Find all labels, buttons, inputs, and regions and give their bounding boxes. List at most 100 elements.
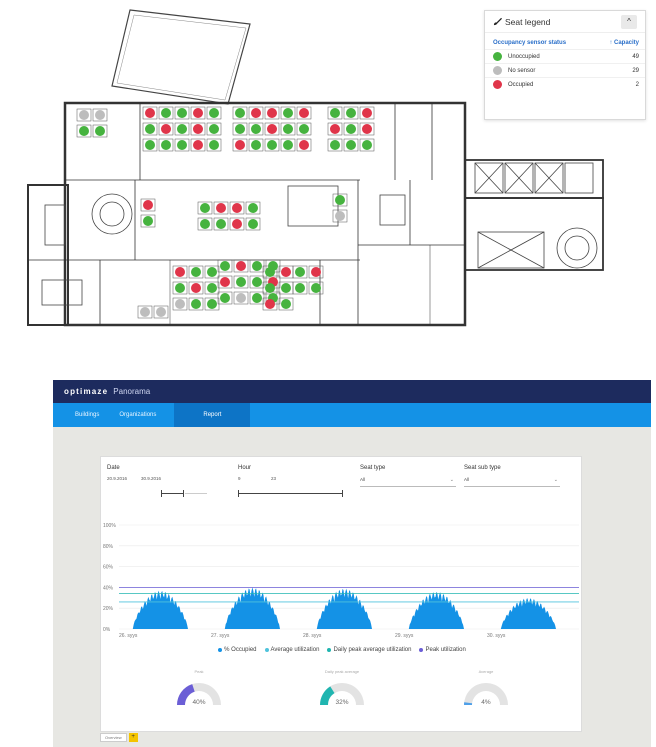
seat-marker[interactable] (177, 124, 187, 134)
seat-type-select[interactable]: All ⌄ (360, 477, 456, 487)
seat-marker[interactable] (311, 267, 321, 277)
seat-marker[interactable] (193, 140, 203, 150)
seat-marker[interactable] (330, 140, 340, 150)
occupied-area-day[interactable] (500, 598, 556, 629)
seat-marker[interactable] (267, 140, 277, 150)
seat-marker[interactable] (175, 267, 185, 277)
seat-marker[interactable] (232, 203, 242, 213)
seat-marker[interactable] (283, 124, 293, 134)
seat-marker[interactable] (207, 267, 217, 277)
seat-marker[interactable] (311, 283, 321, 293)
seat-marker[interactable] (248, 219, 258, 229)
seat-marker[interactable] (236, 277, 246, 287)
seat-marker[interactable] (191, 283, 201, 293)
seat-marker[interactable] (299, 124, 309, 134)
seat-marker[interactable] (175, 283, 185, 293)
seat-marker[interactable] (346, 108, 356, 118)
seat-marker[interactable] (330, 124, 340, 134)
utilization-chart[interactable]: 100% 80% 60% 40% 20% 0% 26. syys 27. syys 28. sy… (101, 517, 583, 647)
seat-marker[interactable] (281, 283, 291, 293)
hour-to-input[interactable]: 23 (271, 476, 276, 481)
legend-col-status[interactable]: Occupancy sensor status (493, 40, 566, 46)
seat-marker[interactable] (295, 267, 305, 277)
date-slider-end-handle[interactable] (183, 490, 184, 497)
legend-item-daily-peak[interactable]: Daily peak average utilization (327, 647, 411, 653)
hour-slider-start-handle[interactable] (238, 490, 239, 497)
seat-marker[interactable] (335, 195, 345, 205)
date-slider-start-handle[interactable] (161, 490, 162, 497)
legend-item-occupied[interactable]: % Occupied (218, 647, 257, 653)
occupied-area-day[interactable] (132, 590, 188, 629)
seat-marker[interactable] (362, 108, 372, 118)
occupied-area-day[interactable] (316, 588, 372, 629)
seat-marker[interactable] (220, 261, 230, 271)
seat-marker[interactable] (177, 108, 187, 118)
legend-row-unoccupied[interactable]: Unoccupied 49 (485, 49, 645, 63)
seat-marker[interactable] (252, 293, 262, 303)
seat-marker[interactable] (200, 219, 210, 229)
chevron-up-icon[interactable]: ^ (621, 14, 637, 29)
legend-col-capacity[interactable]: ↑ Capacity (609, 40, 639, 46)
legend-row-occupied[interactable]: Occupied 2 (485, 77, 645, 91)
add-page-button[interactable]: + (128, 732, 138, 742)
seat-marker[interactable] (156, 307, 166, 317)
seat-marker[interactable] (362, 140, 372, 150)
seat-marker[interactable] (346, 124, 356, 134)
seat-marker[interactable] (161, 108, 171, 118)
seat-marker[interactable] (191, 299, 201, 309)
seat-marker[interactable] (295, 283, 305, 293)
app-logo[interactable]: optimaze (64, 387, 108, 396)
seat-marker[interactable] (177, 140, 187, 150)
seat-marker[interactable] (175, 299, 185, 309)
seat-marker[interactable] (95, 110, 105, 120)
seat-marker[interactable] (330, 108, 340, 118)
nav-organizations[interactable]: Organizations (109, 403, 166, 427)
seat-marker[interactable] (252, 277, 262, 287)
seat-marker[interactable] (193, 108, 203, 118)
seat-marker[interactable] (265, 283, 275, 293)
seat-marker[interactable] (235, 140, 245, 150)
seat-marker[interactable] (251, 124, 261, 134)
seat-marker[interactable] (236, 293, 246, 303)
seat-marker[interactable] (362, 124, 372, 134)
seat-marker[interactable] (95, 126, 105, 136)
seat-marker[interactable] (299, 108, 309, 118)
seat-marker[interactable] (335, 211, 345, 221)
seat-marker[interactable] (161, 124, 171, 134)
seat-marker[interactable] (265, 299, 275, 309)
seat-marker[interactable] (79, 110, 89, 120)
seat-marker[interactable] (248, 203, 258, 213)
seat-marker[interactable] (267, 108, 277, 118)
seat-marker[interactable] (191, 267, 201, 277)
seat-marker[interactable] (207, 299, 217, 309)
seat-marker[interactable] (207, 283, 217, 293)
seat-marker[interactable] (161, 140, 171, 150)
seat-marker[interactable] (209, 124, 219, 134)
seat-marker[interactable] (220, 293, 230, 303)
page-tab-overview[interactable]: Overview (100, 732, 127, 742)
seat-marker[interactable] (220, 277, 230, 287)
seat-marker[interactable] (145, 124, 155, 134)
seat-marker[interactable] (283, 140, 293, 150)
seat-marker[interactable] (281, 299, 291, 309)
seat-marker[interactable] (281, 267, 291, 277)
date-from-input[interactable]: 20.9.2016 (107, 476, 127, 481)
seat-marker[interactable] (209, 108, 219, 118)
seat-marker[interactable] (145, 140, 155, 150)
nav-report[interactable]: Report (174, 403, 251, 427)
seat-marker[interactable] (267, 124, 277, 134)
seat-marker[interactable] (236, 261, 246, 271)
seat-marker[interactable] (193, 124, 203, 134)
hour-slider-end-handle[interactable] (342, 490, 343, 497)
legend-item-peak[interactable]: Peak utilization (419, 647, 466, 653)
seat-marker[interactable] (209, 140, 219, 150)
seat-subtype-select[interactable]: All ⌄ (464, 477, 560, 487)
seat-marker[interactable] (283, 108, 293, 118)
legend-row-no-sensor[interactable]: No sensor 29 (485, 63, 645, 77)
seat-marker[interactable] (235, 108, 245, 118)
date-to-input[interactable]: 30.9.2016 (141, 476, 161, 481)
seat-marker[interactable] (265, 267, 275, 277)
seat-marker[interactable] (251, 140, 261, 150)
seat-marker[interactable] (252, 261, 262, 271)
seat-marker[interactable] (140, 307, 150, 317)
